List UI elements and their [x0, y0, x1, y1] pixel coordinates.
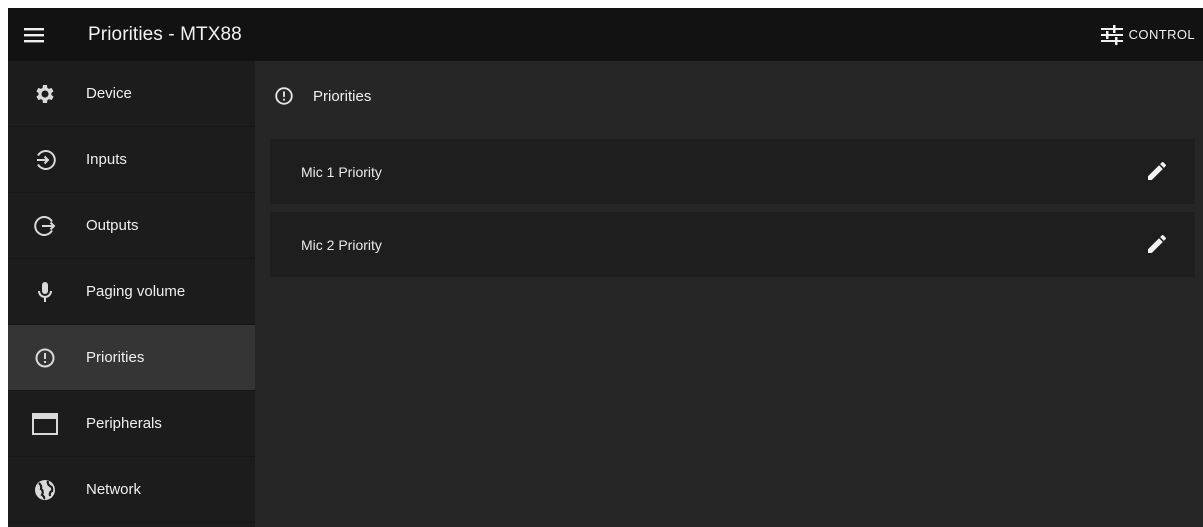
list-item[interactable]: Mic 1 Priority	[270, 139, 1195, 204]
menu-button[interactable]	[8, 8, 60, 61]
sliders-icon	[1100, 24, 1123, 45]
list-item[interactable]: Mic 2 Priority	[270, 212, 1195, 277]
main-content: Priorities Mic 1 Priority Mic 2 Priority	[255, 61, 1203, 527]
page-title: Priorities - MTX88	[88, 23, 242, 45]
sidebar-item-priorities[interactable]: Priorities	[8, 325, 255, 391]
priority-alert-icon	[275, 87, 293, 105]
window-icon	[20, 412, 70, 435]
pencil-edit-icon	[1148, 234, 1166, 253]
row-label: Mic 1 Priority	[301, 163, 382, 180]
edit-button[interactable]	[1145, 159, 1169, 183]
globe-icon	[20, 478, 70, 502]
sidebar-item-outputs[interactable]: Outputs	[8, 193, 255, 259]
row-label: Mic 2 Priority	[301, 236, 382, 253]
sidebar-item-label: Inputs	[86, 151, 127, 168]
sidebar-item-peripherals[interactable]: Peripherals	[8, 391, 255, 457]
output-arrow-icon	[20, 214, 70, 238]
sidebar-item-inputs[interactable]: Inputs	[8, 127, 255, 193]
app-window: Priorities - MTX88 CONTROL Device Inputs…	[8, 8, 1203, 527]
hamburger-menu-icon	[24, 27, 44, 42]
section-title: Priorities	[313, 87, 372, 105]
sidebar-item-network[interactable]: Network	[8, 457, 255, 523]
sidebar-item-paging-volume[interactable]: Paging volume	[8, 259, 255, 325]
gear-icon	[20, 82, 70, 106]
sidebar-item-label: Priorities	[86, 349, 145, 366]
priority-alert-icon	[20, 346, 70, 370]
sidebar-item-label: Network	[86, 481, 142, 498]
microphone-icon	[20, 280, 70, 304]
sidebar-item-label: Device	[86, 85, 132, 102]
sidebar-item-label: Outputs	[86, 217, 139, 234]
control-label: CONTROL	[1128, 27, 1195, 42]
control-button[interactable]: CONTROL	[1093, 8, 1203, 61]
pencil-edit-icon	[1148, 161, 1166, 180]
sidebar-item-label: Paging volume	[86, 283, 186, 300]
edit-button[interactable]	[1145, 232, 1169, 256]
sidebar-item-label: Peripherals	[86, 415, 162, 432]
section-header: Priorities	[273, 85, 371, 107]
sidebar-item-device[interactable]: Device	[8, 61, 255, 127]
input-arrow-icon	[20, 148, 70, 172]
top-app-bar: Priorities - MTX88 CONTROL	[8, 8, 1203, 61]
sidebar-nav: Device Inputs Outputs Paging volume Prio…	[8, 61, 255, 527]
